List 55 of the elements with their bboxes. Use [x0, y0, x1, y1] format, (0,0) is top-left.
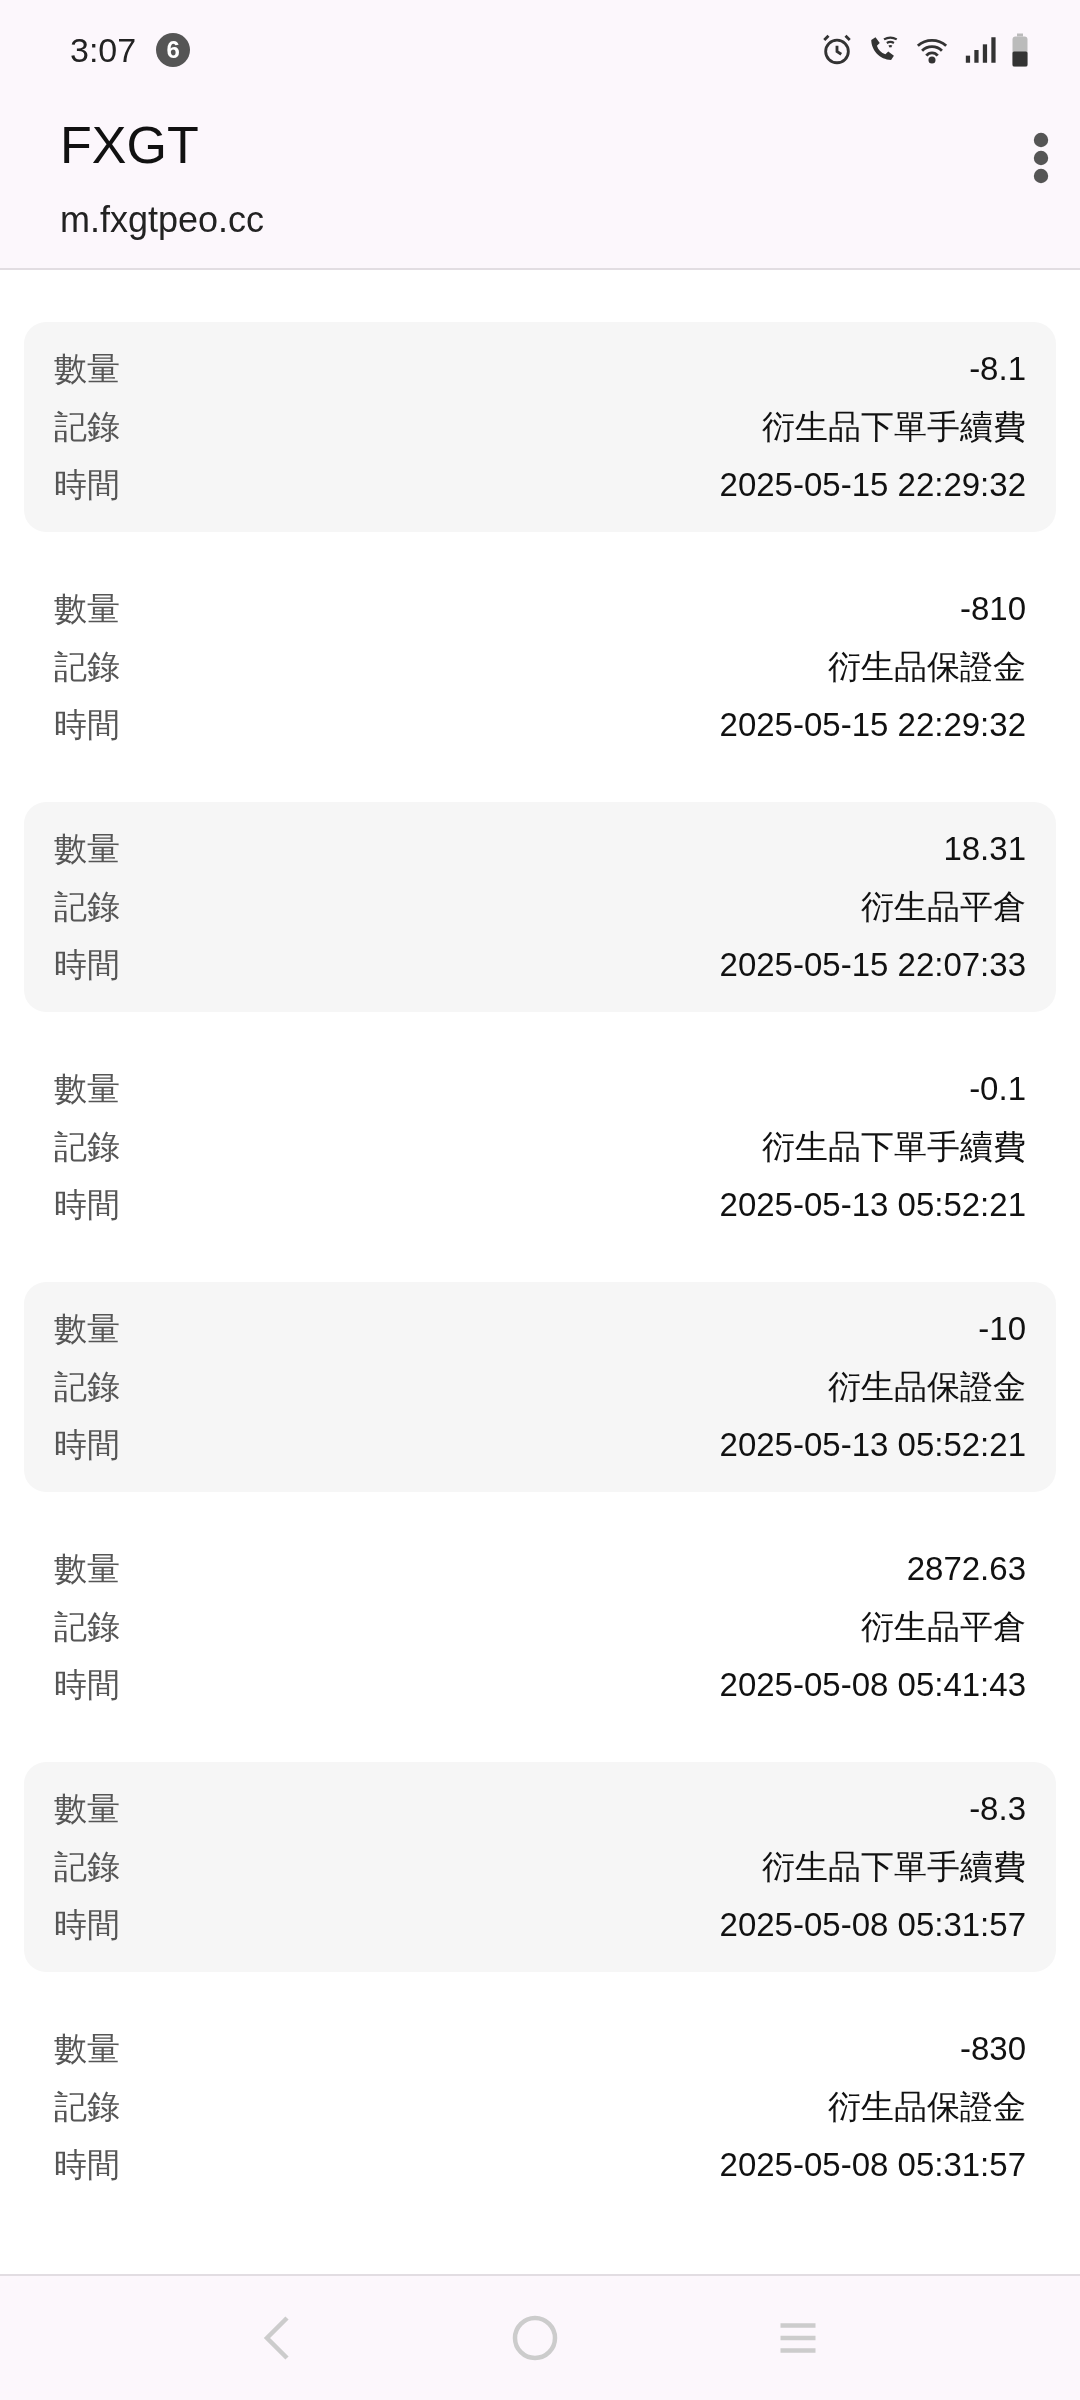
field-label: 時間	[54, 1184, 120, 1225]
field-label: 記錄	[54, 406, 120, 447]
field-value: 衍生品下單手續費	[762, 1846, 1026, 1887]
field-value: 2025-05-13 05:52:21	[719, 1426, 1026, 1464]
field-label: 時間	[54, 464, 120, 505]
field-value: 2025-05-15 22:29:32	[719, 466, 1026, 504]
field-value: -830	[959, 2030, 1026, 2068]
field-label: 記錄	[54, 1366, 120, 1407]
field-value: 衍生品下單手續費	[762, 1126, 1026, 1167]
field-value: 2025-05-08 05:31:57	[719, 1906, 1026, 1944]
field-label: 記錄	[54, 2086, 120, 2127]
field-label: 時間	[54, 1664, 120, 1705]
field-label: 時間	[54, 1904, 120, 1945]
field-value: -8.3	[969, 1790, 1026, 1828]
field-value: 2025-05-15 22:29:32	[719, 706, 1026, 744]
field-value: 衍生品保證金	[828, 1366, 1026, 1407]
field-label: 記錄	[54, 646, 120, 687]
field-value: 2025-05-08 05:41:43	[719, 1666, 1026, 1704]
field-value: 2025-05-08 05:31:57	[719, 2146, 1026, 2184]
field-value: -10	[978, 1310, 1026, 1348]
field-label: 記錄	[54, 1126, 120, 1167]
field-value: 衍生品平倉	[861, 1606, 1026, 1647]
field-label: 數量	[54, 348, 120, 389]
field-label: 數量	[54, 1308, 120, 1349]
more-icon[interactable]	[1032, 130, 1050, 186]
status-time: 3:07	[70, 30, 137, 70]
page-title: FXGT	[60, 115, 200, 175]
field-label: 數量	[54, 828, 120, 869]
field-value: 衍生品保證金	[828, 2086, 1026, 2127]
field-label: 記錄	[54, 886, 120, 927]
field-value: 衍生品下單手續費	[762, 406, 1026, 447]
home-icon[interactable]	[510, 2313, 560, 2363]
field-label: 數量	[54, 1788, 120, 1829]
field-value: 衍生品保證金	[828, 646, 1026, 687]
field-label: 時間	[54, 944, 120, 985]
field-value: -810	[959, 590, 1026, 628]
field-label: 時間	[54, 1424, 120, 1465]
field-label: 記錄	[54, 1846, 120, 1887]
field-label: 數量	[54, 1068, 120, 1109]
battery-icon	[1010, 32, 1030, 68]
page-url: m.fxgtpeo.cc	[60, 199, 265, 241]
field-label: 時間	[54, 2144, 120, 2185]
field-value: 18.31	[943, 830, 1026, 868]
field-value: 2872.63	[906, 1550, 1026, 1588]
field-label: 數量	[54, 2028, 120, 2069]
field-value: -0.1	[969, 1070, 1026, 1108]
field-value: 2025-05-13 05:52:21	[719, 1186, 1026, 1224]
field-value: 衍生品平倉	[861, 886, 1026, 927]
field-label: 時間	[54, 704, 120, 745]
notification-count: 6	[156, 33, 191, 67]
field-label: 數量	[54, 588, 120, 629]
field-label: 數量	[54, 1548, 120, 1589]
field-label: 記錄	[54, 1606, 120, 1647]
field-value: -8.1	[969, 350, 1026, 388]
field-value: 2025-05-15 22:07:33	[719, 946, 1026, 984]
